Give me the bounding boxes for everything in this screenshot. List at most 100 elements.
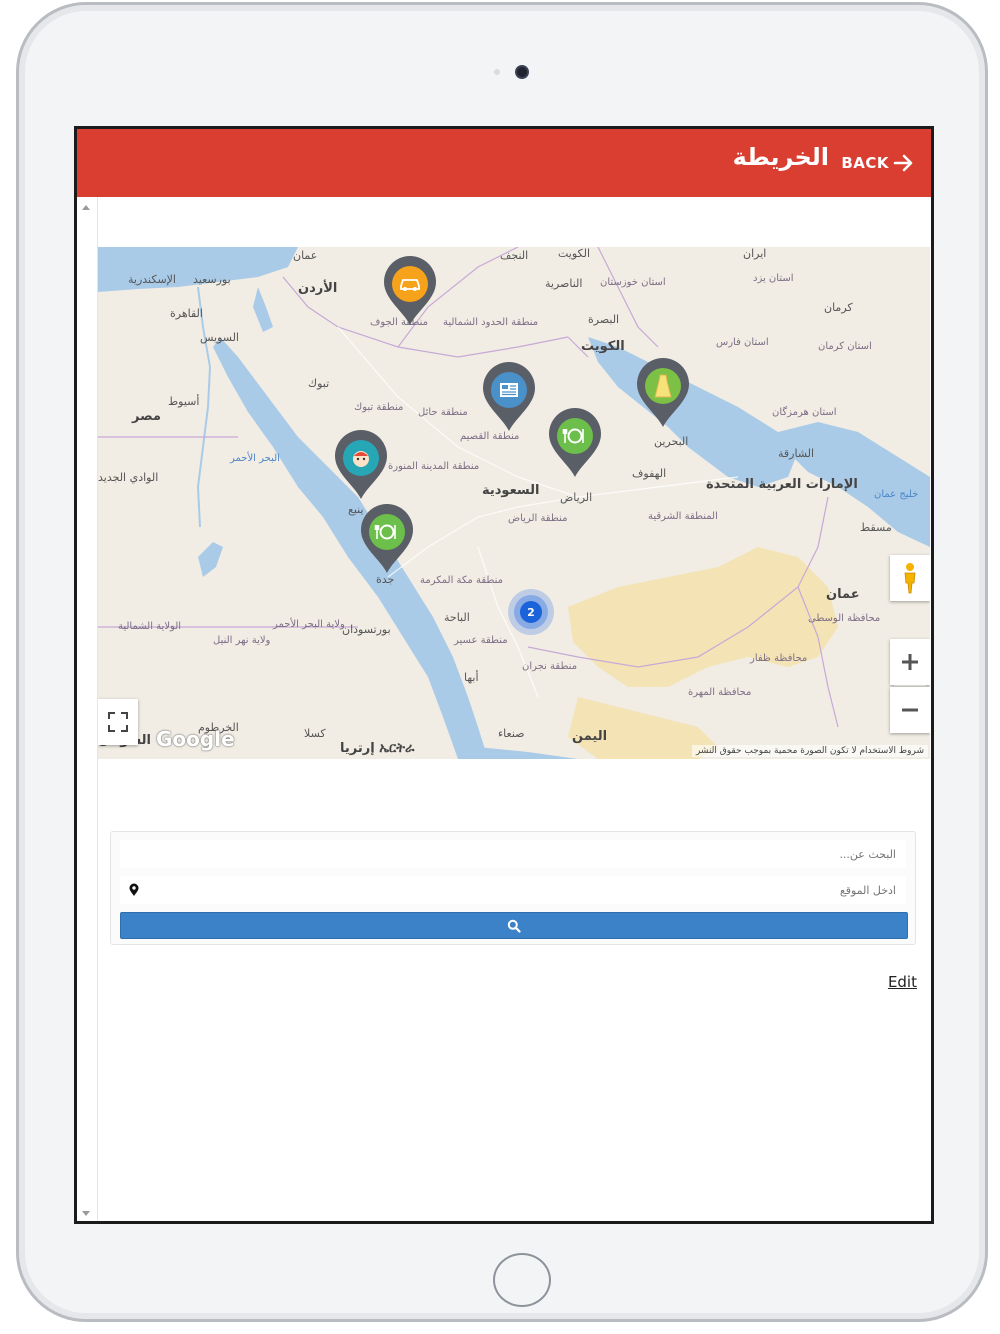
map-label-mahra: محافظة المهرة: [688, 687, 752, 698]
map-label-jordan: الأردن: [298, 281, 338, 296]
street-view-pegman-button[interactable]: [890, 555, 930, 601]
vertical-scrollbar[interactable]: [77, 197, 98, 1221]
map-label-basra: البصرة: [588, 313, 620, 326]
proximity-sensor: [494, 69, 500, 75]
map-label-wusta: محافظة الوسطى: [808, 613, 881, 624]
map-label-redsea: البحر الأحمر: [230, 453, 280, 464]
search-button[interactable]: [120, 912, 908, 939]
fullscreen-icon: [108, 712, 128, 732]
map-label-dhofar: محافظة ظفار: [750, 653, 808, 664]
map-label-makkah-region: منطقة مكة المكرمة: [420, 575, 503, 586]
location-field-row: [120, 876, 906, 904]
map-label-yazd: استان یزد: [753, 273, 794, 284]
map-label-kerman-prov: استان كرمان: [818, 341, 872, 352]
map-pin-icon: [129, 883, 139, 896]
map-label-kuwait-top: الكويت: [558, 247, 591, 260]
map-label-sharjah: الشارقة: [778, 447, 815, 460]
map-label-redsea-state: ولاية البحر الأحمر: [273, 619, 345, 630]
map-marker-cluster[interactable]: 2: [508, 589, 554, 635]
map-label-nasiriyah: الناصرية: [545, 277, 583, 290]
map-label-hormozgan: استان هرمزگان: [772, 407, 837, 418]
map-label-eritrea: ኤርትራ إرتريا: [340, 741, 415, 756]
zoom-out-button[interactable]: [890, 687, 930, 733]
map-marker-dress[interactable]: [634, 357, 692, 429]
page-title: الخريطة: [732, 143, 829, 171]
map-label-iran: ایران: [743, 247, 767, 260]
map-label-khuzestan: استان خوزستان: [600, 277, 666, 288]
map-label-egypt: مصر: [132, 409, 161, 424]
map-label-najran-region: منطقة نجران: [522, 661, 578, 672]
newspaper-icon: [491, 372, 527, 408]
map-label-hofuf: الهفوف: [632, 467, 667, 480]
map-label-northern-border: منطقة الحدود الشمالية: [443, 317, 539, 328]
pegman-icon: [904, 563, 916, 594]
map-label-asyut: أسيوط: [168, 395, 200, 408]
baby-icon: [343, 440, 379, 476]
arrow-right-icon: [893, 154, 913, 172]
map-terms-link[interactable]: شروط الاستخدام لا تكون الصورة محمية بموج…: [691, 745, 928, 757]
map-label-amman: عمان: [293, 249, 318, 262]
map-marker-car[interactable]: [381, 255, 439, 327]
map-label-portsaid: بورسعيد: [193, 273, 231, 286]
map-marker-restaurant[interactable]: [546, 407, 604, 479]
map-label-eastern-region: المنطقة الشرقية: [648, 511, 718, 522]
dress-icon: [645, 368, 681, 404]
map-label-asir-region: منطقة عسير: [454, 635, 508, 646]
restaurant-icon: [557, 418, 593, 454]
map-label-kuwait: الكويت: [581, 339, 625, 354]
search-icon: [507, 919, 521, 933]
app-header: الخريطة BACK: [77, 129, 931, 197]
back-button[interactable]: BACK: [841, 149, 915, 177]
zoom-in-button[interactable]: [890, 639, 930, 685]
map-label-madinah-region: منطقة المدينة المنورة: [388, 461, 480, 472]
map-view[interactable]: عمان الأردن بورسعيد الإسكندرية القاهرة ا…: [98, 247, 930, 759]
map-label-riyadh: الرياض: [560, 491, 593, 504]
map-label-kerman: كرمان: [824, 301, 853, 314]
edit-link[interactable]: Edit: [888, 973, 917, 991]
search-input[interactable]: [120, 840, 906, 868]
cluster-count: 2: [520, 601, 542, 623]
plus-icon: [902, 654, 918, 670]
map-label-najaf: النجف: [500, 249, 529, 262]
map-label-kassala: كسلا: [304, 727, 326, 740]
search-panel: [110, 831, 916, 945]
minus-icon: [902, 708, 918, 712]
map-label-fars: استان فارس: [716, 337, 769, 348]
map-label-nile-state: ولاية نهر النيل: [213, 635, 271, 646]
map-label-yemen: اليمن: [572, 729, 608, 744]
map-label-tabuk-region: منطقة تبوك: [354, 402, 404, 413]
map-marker-restaurant-2[interactable]: [358, 503, 416, 575]
map-label-tabuk: تبوك: [308, 377, 330, 390]
map-label-uae: الإمارات العربية المتحدة: [706, 477, 858, 492]
app-screen: الخريطة BACK عمان الأردن بورسعيد الإسكند…: [74, 126, 934, 1224]
map-marker-baby[interactable]: [332, 429, 390, 501]
map-label-muscat: مسقط: [860, 521, 892, 534]
map-label-saudi: السعودية: [482, 483, 540, 498]
back-label: BACK: [841, 154, 889, 172]
zoom-divider: [894, 685, 926, 686]
map-label-riyadh-region: منطقة الرياض: [508, 513, 568, 524]
map-label-alexandria: الإسكندرية: [128, 273, 176, 286]
location-input[interactable]: [150, 876, 906, 904]
map-marker-newspaper[interactable]: [480, 361, 538, 433]
map-label-newvalley: الوادي الجديد: [98, 471, 159, 484]
scroll-up-arrow-icon[interactable]: [82, 205, 90, 210]
scroll-down-arrow-icon[interactable]: [82, 1211, 90, 1216]
car-icon: [392, 266, 428, 302]
fullscreen-button[interactable]: [98, 699, 138, 745]
map-label-bahrain: البحرين: [654, 435, 689, 448]
restaurant-icon: [369, 514, 405, 550]
map-label-northern-state: الولاية الشمالية: [118, 621, 182, 632]
google-logo: Google: [156, 727, 235, 751]
map-label-hail-region: منطقة حائل: [418, 407, 468, 418]
map-label-abha: أبها: [464, 671, 479, 684]
map-label-gulf-oman: خليج عمان: [874, 489, 919, 500]
map-label-oman: عمان: [826, 587, 860, 602]
map-label-baha: الباحة: [444, 611, 470, 624]
map-label-sanaa: صنعاء: [498, 727, 525, 740]
map-label-suez: السويس: [200, 331, 239, 344]
map-label-portsudan: بورتسودان: [342, 623, 391, 636]
home-button[interactable]: [493, 1253, 551, 1307]
front-camera: [515, 65, 529, 79]
map-label-cairo: القاهرة: [170, 307, 203, 320]
